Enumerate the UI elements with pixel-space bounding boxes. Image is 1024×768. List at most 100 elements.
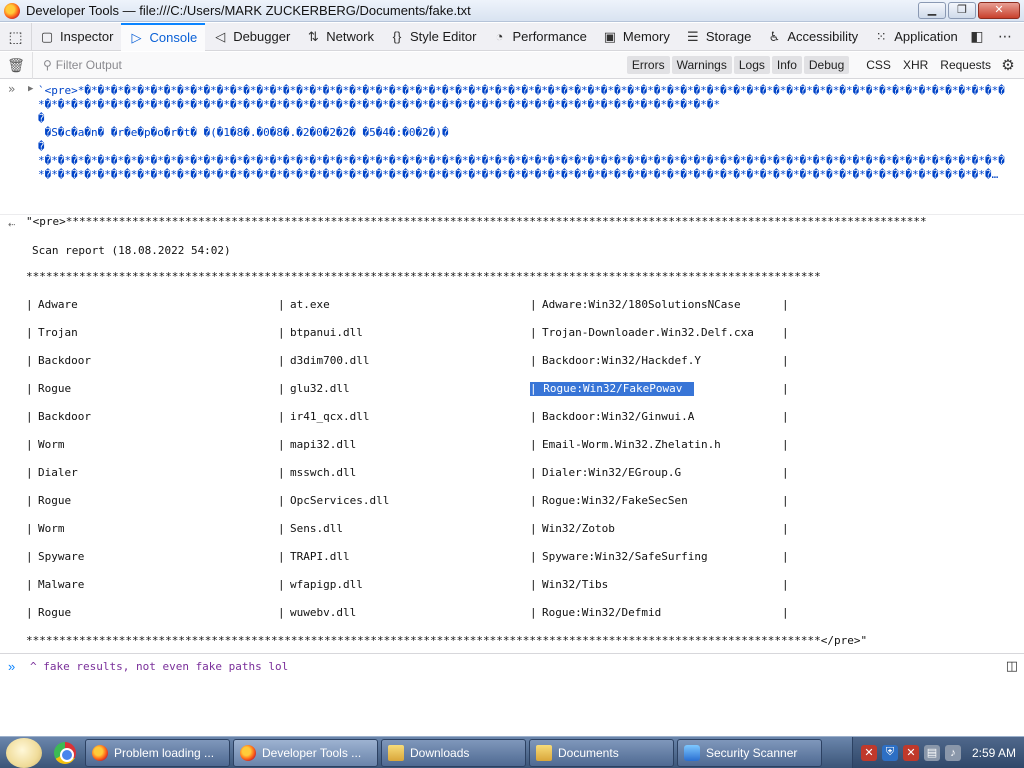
tab-application[interactable]: ⁙ Application xyxy=(866,23,966,51)
filter-input[interactable] xyxy=(55,58,256,72)
table-cell-category: Trojan xyxy=(38,326,78,339)
table-pipe: | xyxy=(278,382,285,395)
table-cell-threat: Rogue:Win32/FakeSecSen xyxy=(542,494,688,507)
table-pipe: | xyxy=(26,326,33,339)
filter-xhr-button[interactable]: XHR xyxy=(898,56,933,74)
tab-label: Debugger xyxy=(233,29,291,44)
warning-shield-icon[interactable]: ✕ xyxy=(902,744,919,761)
tab-style-editor[interactable]: {} Style Editor xyxy=(382,23,484,51)
tab-accessibility[interactable]: ♿ Accessibility xyxy=(759,23,866,51)
chrome-icon[interactable] xyxy=(54,741,76,764)
table-cell-threat: Backdoor:Win32/Ginwui.A xyxy=(542,410,695,423)
table-pipe: | xyxy=(782,494,789,507)
clock[interactable]: 2:59 AM xyxy=(972,746,1016,760)
table-cell-threat-selected: | Rogue:Win32/FakePowav xyxy=(530,382,695,396)
table-cell-category: Worm xyxy=(38,438,65,451)
window-title: Developer Tools — file:///C:/Users/MARK … xyxy=(26,3,471,18)
tab-storage[interactable]: ☰ Storage xyxy=(678,23,760,51)
tab-memory[interactable]: ▣ Memory xyxy=(595,23,678,51)
table-pipe: | xyxy=(782,410,789,423)
filter-css-button[interactable]: CSS xyxy=(861,56,896,74)
table-pipe: | xyxy=(278,298,285,311)
filter-warnings-button[interactable]: Warnings xyxy=(671,56,732,74)
table-pipe: | xyxy=(530,522,537,535)
table-pipe: | xyxy=(26,578,33,591)
filter-logs-button[interactable]: Logs xyxy=(733,56,770,74)
table-pipe: | xyxy=(782,606,789,619)
security-alert-icon[interactable]: ✕ xyxy=(860,744,877,761)
table-pipe: | xyxy=(278,326,285,339)
system-tray: ✕ ⛨ ✕ ▤ ♪ 2:59 AM xyxy=(851,736,1024,768)
table-pipe: | xyxy=(782,438,789,451)
clear-console-icon[interactable]: 🗑 xyxy=(0,57,32,74)
memory-icon: ▣ xyxy=(603,28,617,44)
input-code: `<pre>*�*�*�*�*�*�*�*�*�*�*�*�*�*�*�*�*�… xyxy=(38,84,1005,181)
filter-debug-button[interactable]: Debug xyxy=(803,56,850,74)
table-cell-file: TRAPI.dll xyxy=(290,550,350,563)
network-icon: ⇅ xyxy=(307,28,319,44)
table-cell-category: Rogue xyxy=(38,494,72,507)
expand-arrow-icon[interactable]: ▶ xyxy=(28,84,33,94)
prompt-chevron-icon: » xyxy=(8,659,16,674)
storage-icon: ☰ xyxy=(687,28,699,44)
input-chevron-icon: » xyxy=(8,82,16,96)
maximize-button[interactable]: ❐ xyxy=(948,2,976,19)
devtools-tabbar: ⬚ ▢ Inspector ▷ Console ◁ Debugger ⇅ Net… xyxy=(0,22,1024,51)
element-picker-icon[interactable]: ⬚ xyxy=(0,22,32,51)
separator-line: ****************************************… xyxy=(26,270,821,283)
table-pipe: | xyxy=(530,326,537,339)
tab-debugger[interactable]: ◁ Debugger xyxy=(205,23,298,51)
table-pipe: | xyxy=(782,578,789,591)
console-output[interactable]: » ▶ `<pre>*�*�*�*�*�*�*�*�*�*�*�*�*�*�*�… xyxy=(0,80,1024,652)
taskbar-item-problem-loading[interactable]: Problem loading ... xyxy=(85,738,230,767)
closing-line: ****************************************… xyxy=(26,634,868,647)
console-command-line[interactable]: » ^ fake results, not even fake paths lo… xyxy=(0,653,1024,733)
table-pipe: | xyxy=(530,578,537,591)
network-icon[interactable]: ▤ xyxy=(923,744,940,761)
table-pipe: | xyxy=(26,522,33,535)
table-cell-file: OpcServices.dll xyxy=(290,494,390,507)
table-pipe: | xyxy=(26,550,33,563)
tab-label: Inspector xyxy=(60,29,114,44)
table-cell-threat: Dialer:Win32/EGroup.G xyxy=(542,466,682,479)
filter-errors-button[interactable]: Errors xyxy=(626,56,670,74)
table-pipe: | xyxy=(530,410,537,423)
table-pipe: | xyxy=(782,354,789,367)
close-button[interactable]: ✕ xyxy=(978,2,1020,19)
dock-icon[interactable]: ◧ xyxy=(966,28,988,45)
tab-performance[interactable]: ◔ Performance xyxy=(484,23,594,51)
editor-mode-icon[interactable]: ◫ xyxy=(1006,658,1018,674)
table-pipe: | xyxy=(278,494,285,507)
command-input[interactable]: ^ fake results, not even fake paths lol xyxy=(30,660,288,673)
tab-network[interactable]: ⇅ Network xyxy=(298,23,382,51)
table-pipe: | xyxy=(278,410,285,423)
scan-report-title: Scan report (18.08.2022 54:02) xyxy=(32,244,231,257)
gear-icon[interactable]: ⚙ xyxy=(998,56,1018,74)
result-arrow-icon: ⇠ xyxy=(8,217,16,231)
start-button[interactable] xyxy=(0,737,48,768)
filter-requests-button[interactable]: Requests xyxy=(935,56,996,74)
taskbar-item-downloads[interactable]: Downloads xyxy=(381,738,526,767)
volume-icon[interactable]: ♪ xyxy=(944,744,961,761)
table-cell-category: Backdoor xyxy=(38,354,91,367)
firefox-icon xyxy=(4,2,20,19)
folder-icon xyxy=(388,744,404,761)
table-cell-threat: Email-Worm.Win32.Zhelatin.h xyxy=(542,438,721,451)
console-input-message: » ▶ `<pre>*�*�*�*�*�*�*�*�*�*�*�*�*�*�*�… xyxy=(0,82,1024,216)
window-titlebar: Developer Tools — file:///C:/Users/MARK … xyxy=(0,0,1024,22)
taskbar-item-documents[interactable]: Documents xyxy=(529,738,674,767)
table-pipe: | xyxy=(530,494,537,507)
table-pipe: | xyxy=(26,382,33,395)
application-icon: ⁙ xyxy=(875,28,887,44)
filter-info-button[interactable]: Info xyxy=(771,56,802,74)
minimize-button[interactable]: ▁ xyxy=(918,2,946,19)
shield-icon[interactable]: ⛨ xyxy=(881,744,898,761)
tab-inspector[interactable]: ▢ Inspector xyxy=(32,23,121,51)
more-options-icon[interactable]: ⋯ xyxy=(994,28,1016,45)
tab-console[interactable]: ▷ Console xyxy=(121,22,206,51)
table-cell-category: Worm xyxy=(38,522,65,535)
taskbar-item-security-scanner[interactable]: Security Scanner xyxy=(677,738,822,767)
tab-label: Performance xyxy=(512,29,587,44)
table-cell-file: wfapigp.dll xyxy=(290,578,363,591)
taskbar-item-developer-tools[interactable]: Developer Tools ... xyxy=(233,738,378,767)
